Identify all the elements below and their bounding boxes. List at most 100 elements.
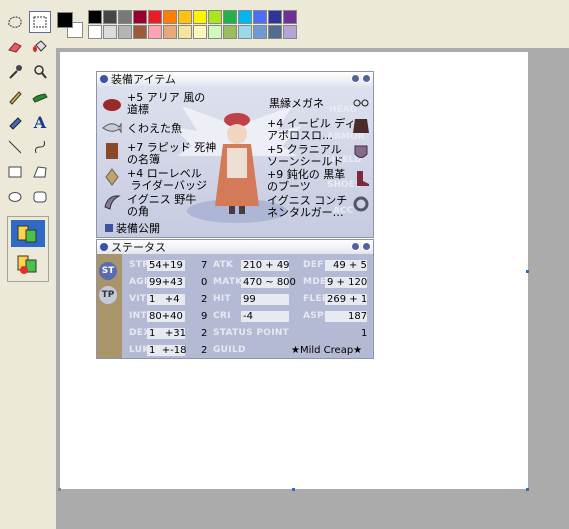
stat-label: VIT [129, 294, 147, 304]
pencil-icon[interactable] [4, 86, 26, 108]
palette-swatch[interactable] [163, 25, 177, 39]
free-form-select-icon[interactable] [4, 11, 26, 33]
palette-swatch[interactable] [193, 10, 207, 24]
equip-public-label: 装備公開 [116, 222, 160, 235]
palette-swatch[interactable] [118, 10, 132, 24]
horn-icon [104, 195, 121, 210]
equip-right-4: +9 鈍化の 黒革 のブーツ [267, 168, 346, 193]
palette-swatch[interactable] [193, 25, 207, 39]
equipment-window: 装備アイテム +5 アリア 風の 道標 くわえた魚 +7 ラピッド 死神 の名簿… [96, 71, 374, 238]
stat-value-2: 470 ~ 800 [243, 277, 296, 288]
polygon-icon[interactable] [29, 161, 51, 183]
minimize-icon[interactable] [351, 74, 360, 83]
public-checkbox[interactable] [105, 224, 113, 232]
resize-handle-bottom[interactable] [292, 488, 295, 491]
boots-icon [357, 171, 369, 186]
palette-swatch[interactable] [133, 25, 147, 39]
stat-label-2: MATK [213, 277, 243, 287]
stat-value-3: 49 + 5 [333, 260, 367, 271]
equip-right-1: 黒縁メガネ [269, 97, 324, 110]
foreground-color[interactable] [57, 12, 73, 28]
stat-label: INT [129, 311, 147, 321]
curve-icon[interactable] [29, 136, 51, 158]
rounded-rectangle-icon[interactable] [29, 186, 51, 208]
airbrush-icon[interactable] [4, 111, 26, 133]
palette-swatch[interactable] [283, 10, 297, 24]
stat-value: 54+19 [149, 260, 183, 271]
palette-swatch[interactable] [88, 10, 102, 24]
stat-point-cost: 9 [201, 311, 208, 322]
equip-left-4: +4 ローレベル ライダーバッジ [127, 167, 207, 192]
text-icon[interactable]: A [29, 111, 51, 133]
window-dot-icon [100, 243, 108, 251]
palette-swatch[interactable] [88, 25, 102, 39]
stat-value: 99+43 [149, 277, 183, 288]
palette-swatch[interactable] [283, 25, 297, 39]
palette-swatch[interactable] [103, 10, 117, 24]
palette-swatch[interactable] [178, 25, 192, 39]
tab-tp[interactable]: TP [99, 286, 117, 304]
palette-swatch[interactable] [223, 25, 237, 39]
book-icon [106, 143, 118, 159]
toolbox: A [0, 0, 56, 529]
palette-swatch[interactable] [178, 10, 192, 24]
close-icon[interactable] [362, 242, 371, 251]
line-icon[interactable] [4, 136, 26, 158]
stat-value: 80+40 [149, 311, 183, 322]
status-titlebar: ステータス [97, 240, 373, 254]
palette-swatch[interactable] [208, 10, 222, 24]
brush-icon[interactable] [29, 86, 51, 108]
stat-value-2: 210 + 49 [243, 260, 290, 271]
equip-left-1: +5 アリア 風の 道標 [127, 91, 206, 116]
palette-swatch[interactable] [268, 10, 282, 24]
equipment-titlebar: 装備アイテム [97, 72, 373, 86]
palette-swatch[interactable] [238, 25, 252, 39]
stat-label-2: STATUS POINT [213, 328, 290, 338]
stat-value-3: 187 [348, 311, 368, 322]
stat-label-2: ATK [213, 260, 234, 270]
stat-value-2: 99 [243, 294, 256, 305]
palette-swatch[interactable] [253, 10, 267, 24]
minimize-icon[interactable] [351, 242, 360, 251]
ellipse-icon[interactable] [4, 186, 26, 208]
color-palette-bar [56, 0, 569, 48]
palette-swatch[interactable] [208, 25, 222, 39]
rect-select-icon[interactable] [29, 11, 51, 33]
resize-handle-right[interactable] [526, 270, 529, 273]
palette-swatch[interactable] [148, 25, 162, 39]
resize-handle-corner[interactable] [526, 488, 529, 491]
palette-swatch[interactable] [133, 10, 147, 24]
window-dot-icon [100, 75, 108, 83]
stat-value: 1 +4 [149, 294, 180, 305]
close-icon[interactable] [362, 74, 371, 83]
rectangle-icon[interactable] [4, 161, 26, 183]
palette-swatch[interactable] [148, 10, 162, 24]
armor-icon [353, 119, 369, 133]
eraser-icon[interactable] [4, 36, 26, 58]
fill-bucket-icon[interactable] [29, 36, 51, 58]
palette-swatch[interactable] [253, 25, 267, 39]
current-colors[interactable] [57, 12, 85, 40]
palette-swatch[interactable] [223, 10, 237, 24]
magnifier-icon[interactable] [29, 61, 51, 83]
palette-swatch[interactable] [118, 25, 132, 39]
stat-point-cost: 2 [201, 345, 208, 356]
tool-options-box [7, 216, 49, 282]
palette-swatch[interactable] [103, 25, 117, 39]
palette-swatch[interactable] [268, 25, 282, 39]
color-picker-icon[interactable] [4, 61, 26, 83]
stat-label-2: GUILD [213, 345, 246, 355]
stat-value-3: 1 [361, 328, 368, 339]
transparent-option-icon[interactable] [11, 251, 45, 278]
opaque-option-icon[interactable] [11, 220, 45, 247]
tab-st[interactable]: ST [99, 262, 117, 280]
shield-icon [354, 145, 368, 158]
palette-swatch[interactable] [238, 10, 252, 24]
stat-value-3: 9 + 120 [327, 277, 368, 288]
stat-label-2: CRI [213, 311, 231, 321]
stat-value: 1 +31 [149, 328, 187, 339]
equip-left-5: イグニス 野牛 の角 [127, 193, 197, 218]
palette-swatch[interactable] [163, 10, 177, 24]
status-title: ステータス [111, 241, 166, 254]
stat-point-cost: 7 [201, 260, 208, 271]
